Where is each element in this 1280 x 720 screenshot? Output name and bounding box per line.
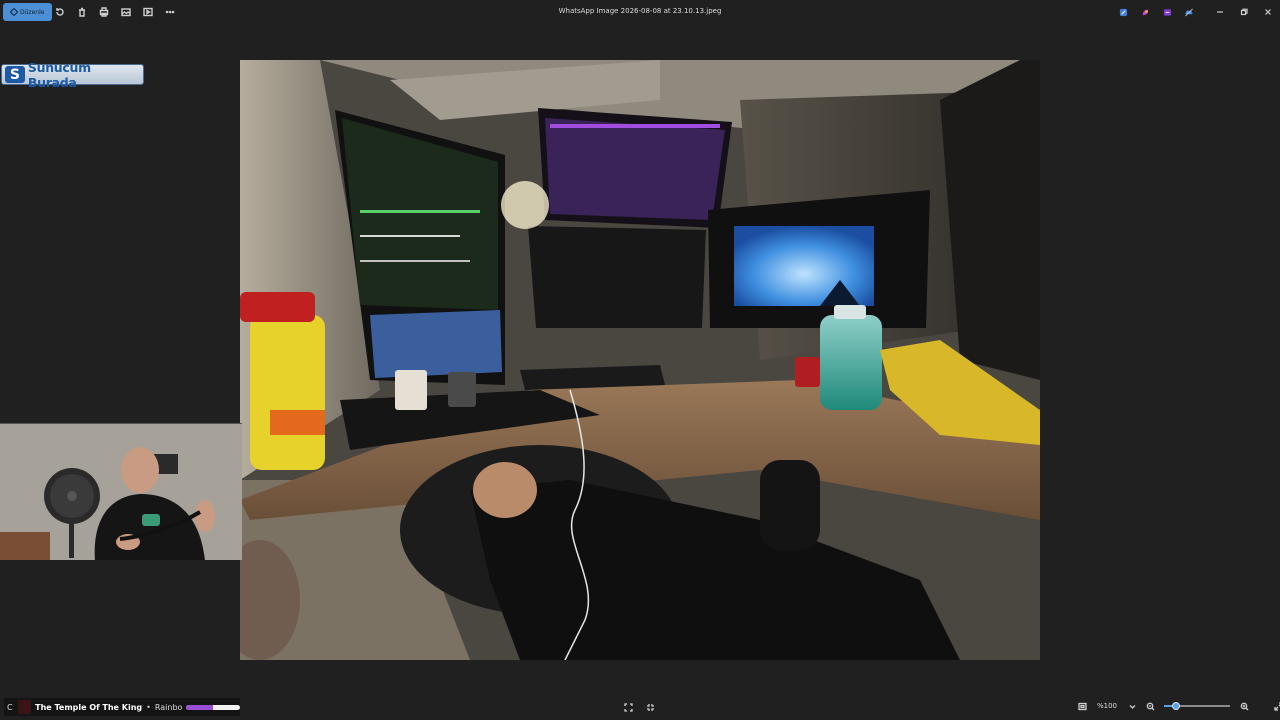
zoom-out-icon[interactable] [1144, 700, 1156, 712]
clipchamp-icon[interactable] [1160, 5, 1174, 19]
webcam-overlay [0, 423, 242, 560]
maximize-icon[interactable] [1232, 4, 1256, 20]
close-icon[interactable] [1256, 4, 1280, 20]
copilot-icon[interactable] [1138, 5, 1152, 19]
minimize-icon[interactable] [1208, 4, 1232, 20]
logo-text: Sunucum Burada [27, 59, 91, 90]
edit-button[interactable]: Düzenle [3, 3, 53, 21]
photos-viewer-window: Düzenle WhatsApp Image 2026-08-08 at 23.… [0, 0, 1280, 720]
bottom-bar: C The Temple Of The King • Rainbow %100 [0, 696, 1280, 720]
now-playing-widget: C The Temple Of The King • Rainbow [4, 698, 240, 716]
toolbar-actions [52, 4, 178, 20]
fit-to-window-icon[interactable] [622, 701, 634, 713]
more-icon[interactable] [162, 4, 178, 20]
track-artist: Rainbow [154, 702, 182, 712]
displayed-photo[interactable] [240, 60, 1040, 660]
track-separator: • [146, 702, 151, 712]
edit-pencil-icon [9, 7, 19, 17]
streamer-webcam-feed [0, 424, 242, 560]
view-controls [622, 701, 656, 713]
onedrive-icon[interactable] [1182, 5, 1196, 19]
track-title: The Temple Of The King [35, 702, 143, 712]
app-extension-icons [1116, 5, 1196, 19]
delete-icon[interactable] [74, 4, 90, 20]
edit-with-app-icon[interactable] [1116, 5, 1130, 19]
rotate-icon[interactable] [52, 4, 68, 20]
gallery-icon[interactable] [118, 4, 134, 20]
slideshow-icon[interactable] [140, 4, 156, 20]
window-controls [1208, 4, 1280, 20]
fit-view-icon[interactable] [1076, 700, 1088, 712]
zoom-in-icon[interactable] [1238, 700, 1250, 712]
now-playing-prefix: C [7, 702, 13, 712]
zoom-slider-thumb[interactable] [1171, 702, 1180, 710]
zoom-dropdown-icon[interactable] [1126, 700, 1138, 712]
fullscreen-icon[interactable] [1272, 700, 1280, 712]
print-icon[interactable] [96, 4, 112, 20]
zoom-value[interactable]: %100 [1094, 702, 1120, 710]
desk-setup-photo [240, 60, 1040, 660]
actual-size-icon[interactable] [644, 701, 656, 713]
window-title: WhatsApp Image 2026-08-08 at 23.10.13.jp… [558, 7, 722, 15]
title-bar: Düzenle WhatsApp Image 2026-08-08 at 23.… [0, 0, 1280, 24]
sponsor-logo: S Sunucum Burada [1, 60, 144, 90]
edit-button-label: Düzenle [20, 8, 45, 16]
zoom-controls: %100 [1076, 700, 1280, 712]
track-progress-bar [185, 704, 240, 710]
track-progress-fill [185, 704, 213, 710]
logo-mark: S [5, 66, 25, 83]
album-art [17, 700, 32, 714]
zoom-slider[interactable] [1164, 702, 1230, 710]
